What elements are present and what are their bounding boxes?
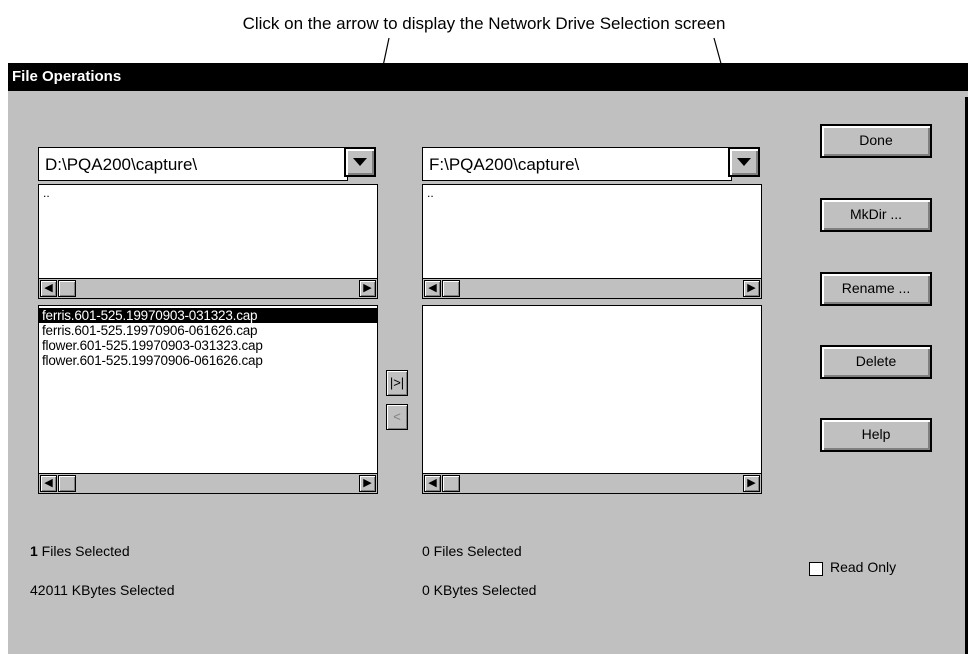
left-file-hscrollbar[interactable]: ◀ ▶ xyxy=(39,473,377,493)
right-directory-list[interactable]: .. ◀ ▶ xyxy=(422,184,762,299)
rename-button[interactable]: Rename ... xyxy=(820,272,932,306)
left-file-list[interactable]: ferris.601-525.19970903-031323.cap ferri… xyxy=(38,305,378,494)
scroll-left-arrow-icon[interactable]: ◀ xyxy=(40,475,57,492)
right-parent-dir-item[interactable]: .. xyxy=(423,185,761,201)
left-files-selected-label: Files Selected xyxy=(37,543,130,559)
scroll-thumb[interactable] xyxy=(442,280,460,297)
list-item[interactable]: flower.601-525.19970906-061626.cap xyxy=(39,353,377,368)
help-button[interactable]: Help xyxy=(820,418,932,452)
right-files-selected: 0 Files Selected xyxy=(422,543,522,559)
copy-left-button[interactable]: < xyxy=(386,404,408,430)
done-button[interactable]: Done xyxy=(820,124,932,158)
right-path-display[interactable]: F:\PQA200\capture\ xyxy=(422,147,732,181)
mkdir-button[interactable]: MkDir ... xyxy=(820,198,932,232)
delete-button[interactable]: Delete xyxy=(820,345,932,379)
right-drive-dropdown-button[interactable] xyxy=(728,147,760,177)
scroll-thumb[interactable] xyxy=(58,475,76,492)
left-path-display[interactable]: D:\PQA200\capture\ xyxy=(38,147,348,181)
left-files-selected: 1 Files Selected xyxy=(30,543,130,559)
file-operations-window: File Operations D:\PQA200\capture\ .. ◀ … xyxy=(8,63,968,654)
right-dir-hscrollbar[interactable]: ◀ ▶ xyxy=(423,278,761,298)
list-item[interactable]: ferris.601-525.19970906-061626.cap xyxy=(39,323,377,338)
right-file-list[interactable]: ◀ ▶ xyxy=(422,305,762,494)
right-file-hscrollbar[interactable]: ◀ ▶ xyxy=(423,473,761,493)
list-item[interactable]: ferris.601-525.19970903-031323.cap xyxy=(39,308,377,323)
scroll-left-arrow-icon[interactable]: ◀ xyxy=(40,280,57,297)
read-only-checkbox[interactable] xyxy=(809,562,823,576)
scroll-right-arrow-icon[interactable]: ▶ xyxy=(359,475,376,492)
left-bytes-selected: 42011 KBytes Selected xyxy=(30,582,175,598)
scroll-right-arrow-icon[interactable]: ▶ xyxy=(359,280,376,297)
scroll-left-arrow-icon[interactable]: ◀ xyxy=(424,475,441,492)
left-dir-hscrollbar[interactable]: ◀ ▶ xyxy=(39,278,377,298)
read-only-label: Read Only xyxy=(830,559,897,575)
scroll-thumb[interactable] xyxy=(442,475,460,492)
scroll-thumb[interactable] xyxy=(58,280,76,297)
window-title: File Operations xyxy=(8,63,968,91)
left-directory-list[interactable]: .. ◀ ▶ xyxy=(38,184,378,299)
left-parent-dir-item[interactable]: .. xyxy=(39,185,377,201)
right-bytes-selected: 0 KBytes Selected xyxy=(422,582,537,598)
copy-right-button[interactable]: |>| xyxy=(386,370,408,396)
scroll-right-arrow-icon[interactable]: ▶ xyxy=(743,475,760,492)
left-drive-dropdown-button[interactable] xyxy=(344,147,376,177)
scroll-right-arrow-icon[interactable]: ▶ xyxy=(743,280,760,297)
list-item[interactable]: flower.601-525.19970903-031323.cap xyxy=(39,338,377,353)
scroll-left-arrow-icon[interactable]: ◀ xyxy=(424,280,441,297)
left-files-count: 1 xyxy=(30,543,38,559)
